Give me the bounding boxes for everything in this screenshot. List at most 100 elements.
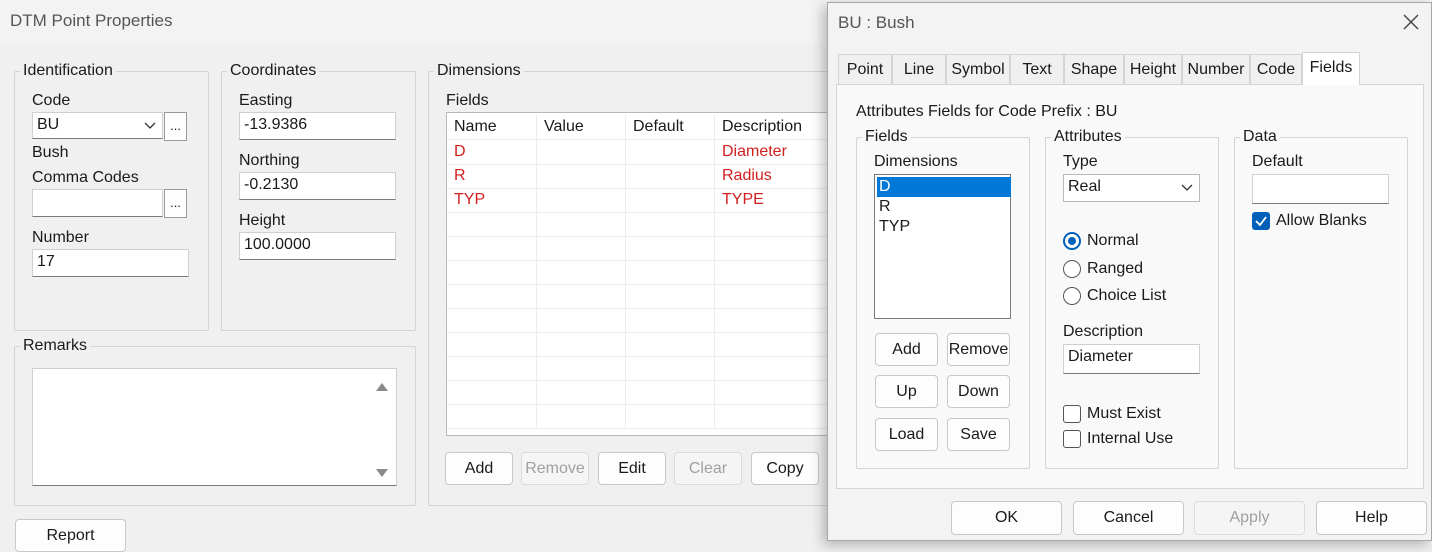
cell-name: D xyxy=(447,140,537,164)
attributes-heading: Attributes Fields for Code Prefix : BU xyxy=(856,103,1118,120)
tab-number[interactable]: Number xyxy=(1182,54,1250,84)
empty-row xyxy=(447,356,827,381)
ranged-radio-label[interactable]: Ranged xyxy=(1087,260,1143,278)
tab-text[interactable]: Text xyxy=(1010,54,1064,84)
allow-blanks-label[interactable]: Allow Blanks xyxy=(1276,212,1367,230)
code-select[interactable]: BU xyxy=(32,112,163,139)
ok-button[interactable]: OK xyxy=(951,501,1062,535)
empty-row xyxy=(447,236,827,261)
list-item[interactable]: R xyxy=(877,197,1011,217)
tab-point[interactable]: Point xyxy=(838,54,892,84)
remove-field-button[interactable]: Remove xyxy=(521,452,589,485)
dialog-down-button[interactable]: Down xyxy=(947,375,1010,408)
list-item[interactable]: D xyxy=(877,177,1011,197)
must-exist-label[interactable]: Must Exist xyxy=(1087,405,1161,423)
fields-table[interactable]: Name Value Default Description D Diamete… xyxy=(446,112,828,436)
default-input[interactable] xyxy=(1252,174,1389,204)
choice-list-radio-label[interactable]: Choice List xyxy=(1087,287,1166,305)
allow-blanks-checkbox[interactable] xyxy=(1252,212,1270,230)
internal-use-label[interactable]: Internal Use xyxy=(1087,430,1173,448)
dialog-add-button[interactable]: Add xyxy=(875,333,938,366)
choice-list-radio[interactable] xyxy=(1063,287,1081,305)
type-label: Type xyxy=(1063,153,1098,170)
code-description: Bush xyxy=(32,144,69,161)
number-input[interactable]: 17 xyxy=(32,249,189,277)
must-exist-checkbox[interactable] xyxy=(1063,405,1081,423)
empty-row xyxy=(447,260,827,285)
code-select-value: BU xyxy=(37,116,60,133)
normal-radio-label[interactable]: Normal xyxy=(1087,232,1139,250)
cell-value[interactable] xyxy=(537,140,626,164)
easting-input[interactable]: -13.9386 xyxy=(239,112,396,140)
remarks-label: Remarks xyxy=(20,337,91,355)
data-label: Data xyxy=(1240,128,1280,146)
dialog-save-button[interactable]: Save xyxy=(947,418,1010,451)
code-browse-button[interactable]: ... xyxy=(164,112,187,141)
add-field-button[interactable]: Add xyxy=(445,452,513,485)
description-label: Description xyxy=(1063,323,1144,340)
column-header-value[interactable]: Value xyxy=(537,115,626,139)
remarks-scrollbar[interactable] xyxy=(370,370,396,484)
chevron-down-icon xyxy=(144,115,156,138)
copy-field-button[interactable]: Copy xyxy=(751,452,819,485)
tab-fields[interactable]: Fields xyxy=(1302,52,1360,85)
comma-codes-browse-button[interactable]: ... xyxy=(164,189,187,218)
cell-description: Radius xyxy=(722,167,772,184)
scroll-down-icon[interactable] xyxy=(376,466,388,484)
cell-description: Diameter xyxy=(722,143,787,160)
column-header-default[interactable]: Default xyxy=(626,115,715,139)
table-row[interactable]: D Diameter xyxy=(447,140,827,165)
cell-value[interactable] xyxy=(537,164,626,188)
edit-field-button[interactable]: Edit xyxy=(598,452,666,485)
cell-default xyxy=(626,188,715,212)
cell-description: TYPE xyxy=(722,191,764,208)
scroll-up-icon[interactable] xyxy=(376,378,388,396)
fields-label: Fields xyxy=(446,92,489,109)
remarks-textarea[interactable] xyxy=(32,368,397,486)
close-icon[interactable] xyxy=(1401,12,1421,37)
type-select[interactable]: Real xyxy=(1063,174,1200,202)
internal-use-checkbox[interactable] xyxy=(1063,430,1081,448)
comma-codes-input[interactable] xyxy=(32,189,163,217)
identification-label: Identification xyxy=(20,62,116,80)
chevron-down-icon xyxy=(1181,177,1193,201)
easting-label: Easting xyxy=(239,92,293,109)
ranged-radio[interactable] xyxy=(1063,260,1081,278)
table-row[interactable]: R Radius xyxy=(447,164,827,189)
apply-button[interactable]: Apply xyxy=(1194,501,1305,535)
comma-codes-label: Comma Codes xyxy=(32,169,139,186)
column-header-description[interactable]: Description xyxy=(715,115,827,139)
tab-height[interactable]: Height xyxy=(1124,54,1182,84)
height-input[interactable]: 100.0000 xyxy=(239,232,396,260)
northing-input[interactable]: -0.2130 xyxy=(239,172,396,200)
empty-row xyxy=(447,212,827,237)
tab-shape[interactable]: Shape xyxy=(1064,54,1124,84)
northing-label: Northing xyxy=(239,152,300,169)
description-input[interactable]: Diameter xyxy=(1063,344,1200,374)
report-button[interactable]: Report xyxy=(15,519,126,552)
empty-row xyxy=(447,404,827,429)
cell-name: R xyxy=(447,164,537,188)
cell-value[interactable] xyxy=(537,188,626,212)
default-label: Default xyxy=(1252,153,1303,170)
cell-default xyxy=(626,140,715,164)
empty-row xyxy=(447,284,827,309)
help-button[interactable]: Help xyxy=(1316,501,1427,535)
main-window-title: DTM Point Properties xyxy=(10,11,173,30)
clear-field-button[interactable]: Clear xyxy=(674,452,742,485)
cancel-button[interactable]: Cancel xyxy=(1073,501,1184,535)
tab-code[interactable]: Code xyxy=(1250,54,1302,84)
dialog-up-button[interactable]: Up xyxy=(875,375,938,408)
normal-radio[interactable] xyxy=(1063,232,1081,250)
attributes-label: Attributes xyxy=(1051,128,1125,146)
dimensions-listbox[interactable]: D R TYP xyxy=(874,174,1011,319)
tab-symbol[interactable]: Symbol xyxy=(946,54,1010,84)
table-row[interactable]: TYP TYPE xyxy=(447,188,827,213)
checkmark-icon xyxy=(1254,213,1268,234)
dialog-remove-button[interactable]: Remove xyxy=(947,333,1010,366)
column-header-name[interactable]: Name xyxy=(447,115,537,139)
dialog-load-button[interactable]: Load xyxy=(875,418,938,451)
tab-line[interactable]: Line xyxy=(892,54,946,84)
list-item[interactable]: TYP xyxy=(877,217,1011,237)
cell-default xyxy=(626,164,715,188)
